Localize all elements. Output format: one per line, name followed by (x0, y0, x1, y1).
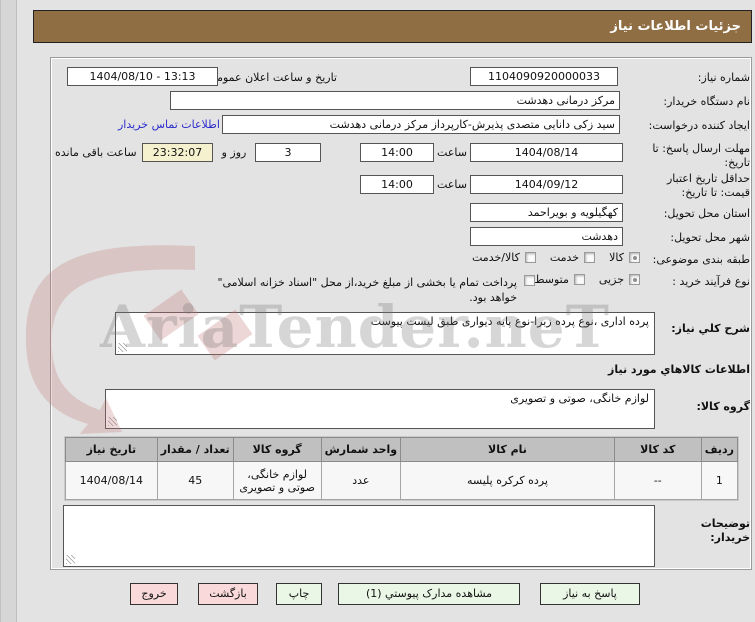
price-validity-date-field[interactable]: 1404/09/12 (470, 175, 623, 194)
need-number-field[interactable]: 1104090920000033 (470, 67, 618, 86)
delivery-city-label: شهر محل تحویل: (670, 231, 750, 244)
radio-label: متوسط (534, 273, 569, 286)
classification-radio-group: کالا خدمت کالا/خدمت (458, 251, 640, 264)
buyer-contact-link[interactable]: اطلاعات تماس خریدار (118, 118, 220, 131)
goods-group-label: گروه کالا: (696, 400, 750, 413)
table-row: 1 -- پرده کرکره پلیسه عدد لوازم خانگی، ص… (65, 461, 739, 500)
goods-table: ردیف کد کالا نام کالا واحد شمارش گروه کا… (64, 436, 739, 501)
remaining-days-label: روز و (221, 146, 247, 159)
col-row-number: ردیف (700, 437, 739, 462)
radio-icon[interactable] (584, 252, 596, 263)
view-attached-documents-button[interactable]: مشاهده مدارک پیوستي (1) (338, 583, 520, 605)
remaining-time-field: 23:32:07 (142, 143, 213, 162)
cell-unit: عدد (320, 461, 402, 500)
col-need-date: تاریخ نیاز (65, 437, 158, 462)
request-creator-label: ایجاد کننده درخواست: (648, 119, 750, 132)
radio-icon[interactable] (524, 252, 536, 263)
remaining-hours-label: ساعت باقی مانده (55, 146, 137, 159)
cell-goods-code: -- (613, 461, 702, 500)
process-option-medium[interactable]: متوسط (534, 273, 585, 286)
need-description-label: شرح کلي نیاز: (671, 322, 750, 335)
col-goods-code: کد کالا (613, 437, 702, 462)
process-type-label: نوع فرآیند خرید : (672, 275, 750, 288)
window-edge (0, 0, 17, 622)
reply-deadline-date-field[interactable]: 1404/08/14 (470, 143, 623, 162)
classification-option-goods[interactable]: کالا (609, 251, 640, 264)
goods-section-title: اطلاعات کالاهاي مورد نیاز (608, 363, 750, 376)
radio-label: کالا (609, 251, 624, 264)
col-goods-name: نام کالا (400, 437, 615, 462)
radio-icon[interactable] (573, 274, 585, 285)
exit-button[interactable]: خروج (130, 583, 178, 605)
request-creator-field[interactable]: سید زکی دانایی متصدی پذیرش-کارپرداز مرکز… (222, 115, 620, 134)
radio-icon[interactable] (629, 252, 640, 263)
price-validity-label: حداقل تاریخ اعتبار قیمت: تا تاریخ: (666, 172, 750, 199)
reply-deadline-time-field[interactable]: 14:00 (360, 143, 434, 162)
cell-quantity: 45 (156, 461, 234, 500)
cell-row-number: 1 (700, 461, 739, 500)
delivery-province-label: استان محل تحویل: (663, 207, 750, 220)
cell-goods-group: لوازم خانگی، صوتی و تصویری (232, 461, 322, 500)
goods-group-textarea[interactable]: لوازم خانگی، صوتی و تصویری (105, 389, 655, 429)
resize-handle-icon[interactable] (66, 555, 75, 564)
print-button[interactable]: چاپ (276, 583, 322, 605)
col-unit: واحد شمارش (320, 437, 402, 462)
buyer-org-label: نام دستگاه خریدار: (663, 95, 750, 108)
col-goods-group: گروه کالا (232, 437, 322, 462)
cell-goods-name: پرده کرکره پلیسه (400, 461, 615, 500)
reply-deadline-label: مهلت ارسال پاسخ: تا تاریخ: (652, 142, 750, 169)
buyer-notes-label: توضیحات خریدار: (700, 517, 750, 544)
respond-to-need-button[interactable]: پاسخ به نیاز (540, 583, 640, 605)
need-number-label: شماره نیاز: (697, 71, 750, 84)
need-details-page: { "title": "جزئیات اطلاعات نیاز", "water… (0, 0, 755, 622)
resize-handle-icon[interactable] (118, 343, 127, 352)
col-quantity: تعداد / مقدار (156, 437, 234, 462)
need-description-textarea[interactable]: پرده اداری ،نوع پرده زبرا-نوع پایه دیوار… (115, 312, 655, 355)
radio-icon[interactable] (629, 274, 640, 285)
resize-handle-icon[interactable] (108, 417, 117, 426)
cell-need-date: 1404/08/14 (65, 461, 158, 500)
goods-table-header-row: ردیف کد کالا نام کالا واحد شمارش گروه کا… (65, 437, 739, 462)
goods-group-text: لوازم خانگی، صوتی و تصویری (510, 392, 649, 405)
process-type-radio-group: جزیی متوسط (520, 273, 640, 286)
radio-label: جزیی (598, 273, 624, 286)
price-validity-hour-label: ساعت (437, 178, 467, 191)
classification-option-goods-service[interactable]: کالا/خدمت (472, 251, 536, 264)
treasury-payment-note: پرداخت تمام یا بخشی از مبلغ خرید،از محل … (217, 276, 517, 304)
checkbox-icon[interactable] (524, 275, 535, 286)
buyer-notes-textarea[interactable] (63, 505, 655, 567)
buyer-org-field[interactable]: مرکز درمانی دهدشت (170, 91, 620, 110)
delivery-city-field[interactable]: دهدشت (470, 227, 623, 246)
classification-option-service[interactable]: خدمت (549, 251, 596, 264)
reply-deadline-hour-label: ساعت (437, 146, 467, 159)
announce-datetime-label: تاریخ و ساعت اعلان عمومی: (204, 71, 337, 84)
radio-label: خدمت (549, 251, 580, 264)
need-description-text: پرده اداری ،نوع پرده زبرا-نوع پایه دیوار… (370, 315, 649, 328)
delivery-province-field[interactable]: کهگیلویه و بویراحمد (470, 203, 623, 222)
announce-datetime-field[interactable]: 1404/08/10 - 13:13 (67, 67, 218, 86)
remaining-days-field: 3 (255, 143, 321, 162)
back-button[interactable]: بازگشت (198, 583, 258, 605)
radio-label: کالا/خدمت (472, 251, 520, 264)
classification-label: طبقه بندی موضوعی: (652, 253, 750, 266)
process-option-partial[interactable]: جزیی (599, 273, 640, 286)
page-title: جزئیات اطلاعات نیاز (33, 10, 752, 43)
price-validity-time-field[interactable]: 14:00 (360, 175, 434, 194)
